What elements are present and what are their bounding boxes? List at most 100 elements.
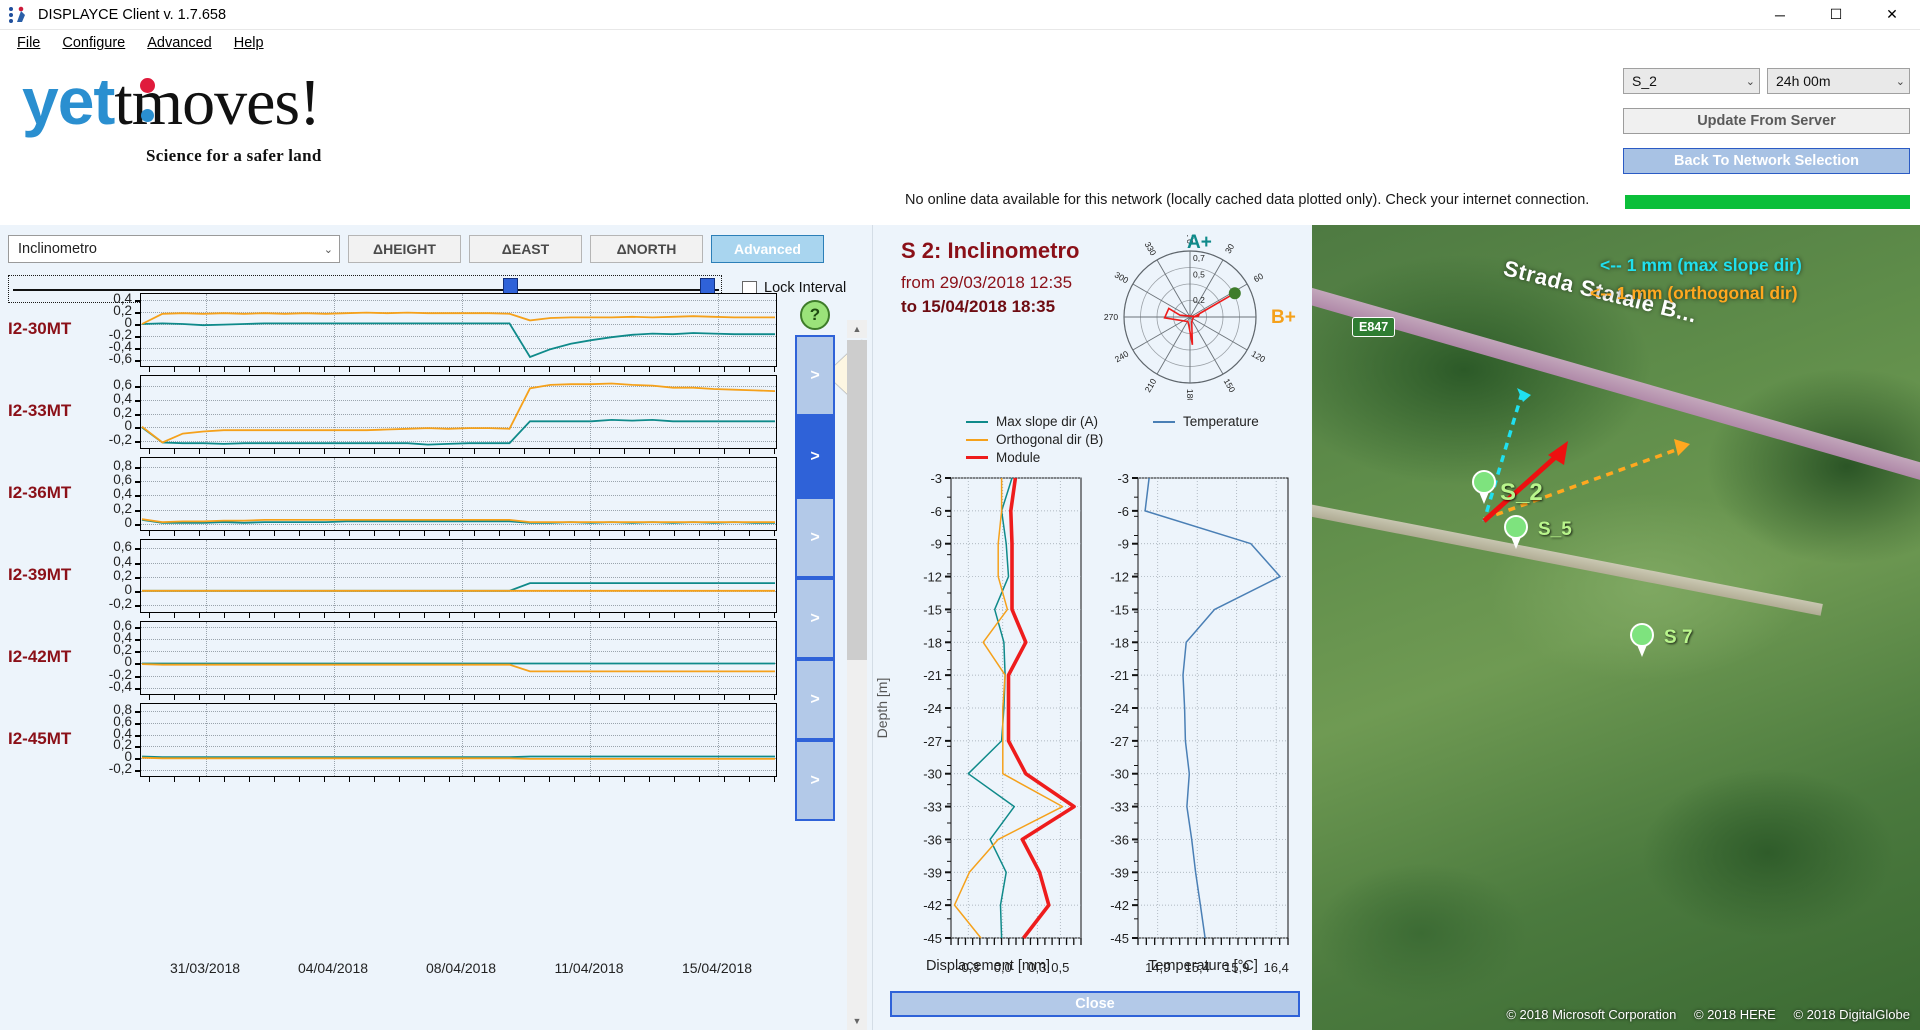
x-tick [649,530,650,536]
close-window-button[interactable]: ✕ [1864,0,1920,30]
polar-angle-label: 300 [1113,270,1131,286]
polar-rose-chart: A+ B+ 0,7 30 60 120 150 180 210 240 270 300 330 0,2… [1095,232,1296,404]
x-tick [174,530,175,536]
y-tick-label: -33 [1110,800,1129,815]
polar-radius-label: 0,2 [1193,295,1205,305]
sensor-nav-button-5[interactable]: > [795,740,835,821]
sensor-nav-button-4[interactable]: > [795,659,835,740]
logo-tagline: Science for a safer land [146,146,322,165]
x-tick [699,694,700,700]
y-tick-label: 0,8 [113,457,132,473]
x-tick [724,366,725,372]
x-tick [199,366,200,372]
x-tick [549,366,550,372]
x-tick [374,694,375,700]
y-tick-label: -21 [1110,668,1129,683]
x-tick [399,612,400,618]
x-tick [624,366,625,372]
scroll-up-arrow-icon[interactable]: ▲ [847,320,867,338]
window-controls: ─ ☐ ✕ [1752,0,1920,30]
interval-select[interactable]: 24h 00m ⌄ [1767,68,1910,94]
y-tick-label: -24 [1110,701,1129,716]
x-tick [374,776,375,782]
maximize-button[interactable]: ☐ [1808,0,1864,30]
x-tick [749,530,750,536]
x-tick [349,694,350,700]
x-tick [199,776,200,782]
x-tick [524,448,525,454]
x-tick [449,448,450,454]
x-tick [724,530,725,536]
x-tick [774,612,775,618]
minimize-button[interactable]: ─ [1752,0,1808,30]
polar-angle-label: 30 [1223,242,1237,255]
detail-title: S 2: Inclinometro [901,238,1080,263]
menu-item-help[interactable]: Help [223,32,275,54]
company-logo: yettmoves! Science for a safer land [16,62,406,172]
scroll-down-arrow-icon[interactable]: ▼ [847,1012,867,1030]
legend-swatch-module [966,456,988,459]
x-tick [274,366,275,372]
series-orthogonal-dir-b- [141,311,775,325]
instrument-select[interactable]: Inclinometro ⌄ [8,235,340,263]
map-marker-s2[interactable] [1472,470,1496,504]
x-tick [599,694,600,700]
sensor-nav-button-1[interactable]: > [795,416,835,497]
map-attribution: © 2018 Microsoft Corporation © 2018 HERE… [1492,1007,1910,1022]
vertical-scrollbar[interactable] [847,340,867,1012]
x-tick [549,612,550,618]
y-tick-label: 0 [124,581,132,597]
menu-item-advanced[interactable]: Advanced [136,32,223,54]
sensor-nav-button-2[interactable]: > [795,497,835,578]
x-tick [674,776,675,782]
attribution-digitalglobe: © 2018 DigitalGlobe [1793,1007,1910,1022]
logo-text-black: tmoves! [114,66,321,139]
y-tick-label: -21 [923,668,942,683]
help-button[interactable]: ? [800,300,830,330]
menu-item-file[interactable]: File [6,32,51,54]
x-tick [324,694,325,700]
delta-north-button[interactable]: ΔNORTH [590,235,703,263]
sensor-chart-i2-42mt[interactable] [135,621,777,700]
advanced-button[interactable]: Advanced [711,235,824,263]
x-tick [499,776,500,782]
x-tick [674,694,675,700]
x-tick [474,612,475,618]
y-tick-label: -30 [923,767,942,782]
application-window: DISPLAYCE Client v. 1.7.658 ─ ☐ ✕ File C… [0,0,1920,1030]
delta-height-button[interactable]: ΔHEIGHT [348,235,461,263]
y-tick-label: -0,2 [108,595,132,611]
x-tick [199,530,200,536]
detail-legend: Max slope dir (A) Orthogonal dir (B) Mod… [873,410,1313,470]
x-tick [424,612,425,618]
status-message: No online data available for this networ… [905,192,1590,208]
sensor-series-svg [141,662,775,673]
update-from-server-button[interactable]: Update From Server [1623,108,1910,134]
y-tick-label: 0,6 [113,472,132,488]
pin-head-icon [1504,515,1528,539]
x-tick [624,694,625,700]
map-marker-s5[interactable] [1504,515,1528,549]
sensor-chart-i2-30mt[interactable] [135,293,777,372]
delta-east-button[interactable]: ΔEAST [469,235,582,263]
sensor-chart-i2-39mt[interactable] [135,539,777,618]
sensor-chart-i2-33mt[interactable] [135,375,777,454]
x-tick [274,776,275,782]
menu-item-configure[interactable]: Configure [51,32,136,54]
sensor-nav-button-0[interactable]: > [795,335,835,416]
back-to-network-selection-button[interactable]: Back To Network Selection [1623,148,1910,174]
sensor-chart-i2-36mt[interactable] [135,457,777,536]
polar-angle-label: 210 [1143,377,1159,395]
sensor-nav-button-3[interactable]: > [795,578,835,659]
x-tick [524,366,525,372]
x-tick [374,612,375,618]
close-button[interactable]: Close [890,991,1300,1017]
sensor-chart-i2-45mt[interactable] [135,703,777,782]
satellite-map[interactable]: Strada Statale B... E847 <-- 1 mm (max s… [1312,225,1920,1030]
y-tick-label: -0,6 [108,351,132,366]
scrollbar-thumb[interactable] [847,340,867,660]
x-tick [449,530,450,536]
map-marker-s7[interactable] [1630,623,1654,657]
network-select[interactable]: S_2 ⌄ [1623,68,1760,94]
sensor-series-svg [141,382,776,446]
